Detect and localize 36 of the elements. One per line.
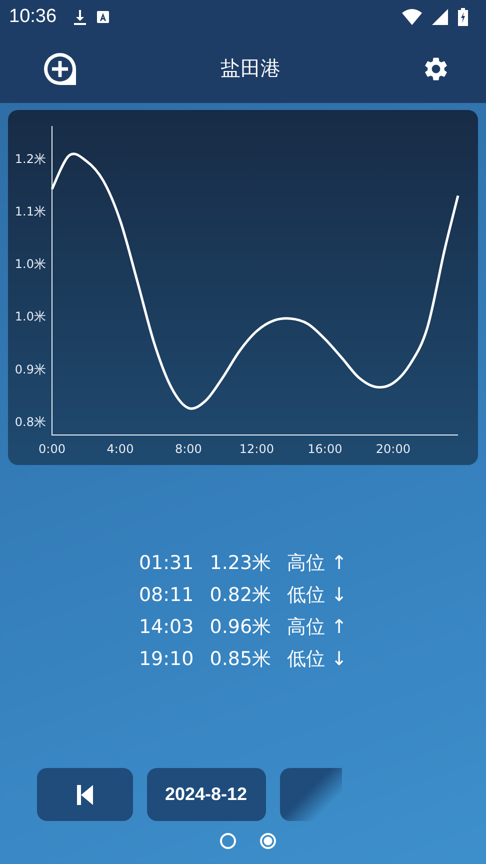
tide-time: 19:10 bbox=[138, 647, 194, 672]
tide-time: 14:03 bbox=[138, 615, 194, 640]
skip-back-icon bbox=[74, 784, 94, 806]
tide-type: 低位 ↓ bbox=[287, 647, 348, 672]
tide-time: 08:11 bbox=[138, 583, 194, 608]
date-button[interactable]: 2024-8-12 bbox=[146, 768, 266, 821]
tide-height: 1.23米 bbox=[210, 551, 272, 576]
y-axis-label: 0.9米 bbox=[14, 362, 46, 376]
x-axis-label: 12:00 bbox=[239, 442, 274, 456]
tide-time: 01:31 bbox=[138, 551, 194, 576]
x-axis-label: 16:00 bbox=[308, 442, 342, 456]
status-time: 10:36 bbox=[9, 6, 57, 28]
x-axis-label: 20:00 bbox=[376, 442, 410, 456]
tide-type: 高位 ↑ bbox=[287, 551, 348, 576]
tide-height: 0.85米 bbox=[210, 647, 272, 672]
tide-height: 0.82米 bbox=[210, 583, 272, 608]
previous-day-button[interactable] bbox=[36, 768, 132, 821]
page-indicator-dot[interactable] bbox=[260, 833, 276, 849]
y-axis-label: 1.0米 bbox=[14, 310, 46, 324]
app-notification-icon bbox=[96, 11, 109, 23]
download-icon bbox=[72, 9, 87, 25]
signal-icon bbox=[432, 9, 448, 25]
x-axis-label: 0:00 bbox=[38, 442, 66, 456]
y-axis-label: 0.8米 bbox=[14, 414, 46, 429]
app-title: 盐田港 bbox=[220, 55, 280, 82]
wifi-icon bbox=[402, 9, 422, 25]
tide-type: 低位 ↓ bbox=[287, 583, 348, 608]
x-axis-label: 8:00 bbox=[175, 442, 202, 456]
y-axis-label: 1.2米 bbox=[14, 152, 46, 166]
page-indicator-dot[interactable] bbox=[220, 833, 236, 849]
tide-type: 高位 ↑ bbox=[287, 615, 348, 640]
y-axis-label: 1.1米 bbox=[14, 204, 46, 218]
tide-height: 0.96米 bbox=[210, 615, 272, 640]
y-axis-label: 1.0米 bbox=[14, 257, 46, 272]
battery-charging-icon bbox=[458, 8, 468, 26]
x-axis-label: 4:00 bbox=[106, 442, 134, 456]
